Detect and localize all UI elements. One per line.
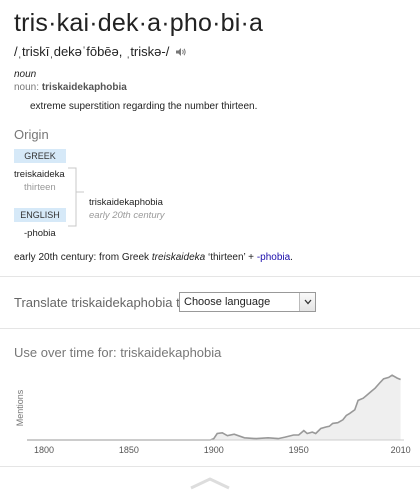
origin-language-tag-english: ENGLISH — [14, 208, 66, 222]
origin-note-greek-word: treiskaideka — [151, 252, 206, 263]
language-select-value: Choose language — [184, 296, 271, 308]
translate-label: Translate triskaidekaphobia to — [14, 295, 187, 310]
usage-chart: Mentions 1800 1850 1900 1950 2010 — [15, 374, 411, 455]
chevron-down-icon[interactable] — [299, 293, 315, 311]
origin-result-date: early 20th century — [89, 210, 165, 221]
headword: tris·kai·dek·a·pho·bi·a — [14, 9, 264, 37]
chart-x-tick-label: 2010 — [391, 445, 411, 455]
origin-note-middle: ‘thirteen’ + — [205, 252, 257, 263]
pronunciation-line: /ˌtriskīˌdekəˈfōbēə, ˌtriskə-/ — [14, 44, 187, 60]
part-of-speech: noun — [14, 69, 37, 80]
origin-heading: Origin — [14, 127, 49, 142]
definition: extreme superstition regarding the numbe… — [30, 101, 258, 112]
phobia-link[interactable]: -phobia — [257, 252, 290, 263]
origin-note-prefix: early 20th century: from Greek — [14, 252, 152, 263]
chart-x-tick-label: 1850 — [119, 445, 139, 455]
origin-language-tag-greek: GREEK — [14, 149, 66, 163]
divider — [0, 466, 420, 467]
language-select[interactable]: Choose language — [179, 292, 316, 312]
origin-suffix-word: -phobia — [24, 228, 56, 239]
origin-note: early 20th century: from Greek treiskaid… — [14, 252, 293, 263]
noun-form-line: noun: triskaidekaphobia — [14, 82, 127, 93]
divider — [0, 328, 420, 329]
dictionary-card: tris·kai·dek·a·pho·bi·a /ˌtriskīˌdekəˈfō… — [0, 0, 420, 500]
origin-result-word: triskaidekaphobia — [89, 197, 163, 208]
noun-form-label: noun: — [14, 82, 40, 93]
chevron-up-icon[interactable] — [185, 475, 235, 491]
chart-ylabel: Mentions — [15, 389, 25, 426]
origin-source-word: treiskaideka — [14, 169, 65, 180]
chart-x-tick-label: 1950 — [289, 445, 309, 455]
noun-form-term: triskaidekaphobia — [41, 82, 127, 93]
chart-x-tick-label: 1900 — [204, 445, 224, 455]
divider — [0, 276, 420, 277]
pronunciation-text: /ˌtriskīˌdekəˈfōbēə, ˌtriskə-/ — [14, 44, 170, 59]
usage-heading: Use over time for: triskaidekaphobia — [14, 345, 222, 360]
chart-area-fill — [27, 375, 401, 440]
chart-x-tick-label: 1800 — [34, 445, 54, 455]
speaker-icon[interactable] — [175, 45, 187, 60]
origin-note-suffix: . — [290, 252, 293, 263]
origin-source-gloss: thirteen — [24, 182, 56, 193]
